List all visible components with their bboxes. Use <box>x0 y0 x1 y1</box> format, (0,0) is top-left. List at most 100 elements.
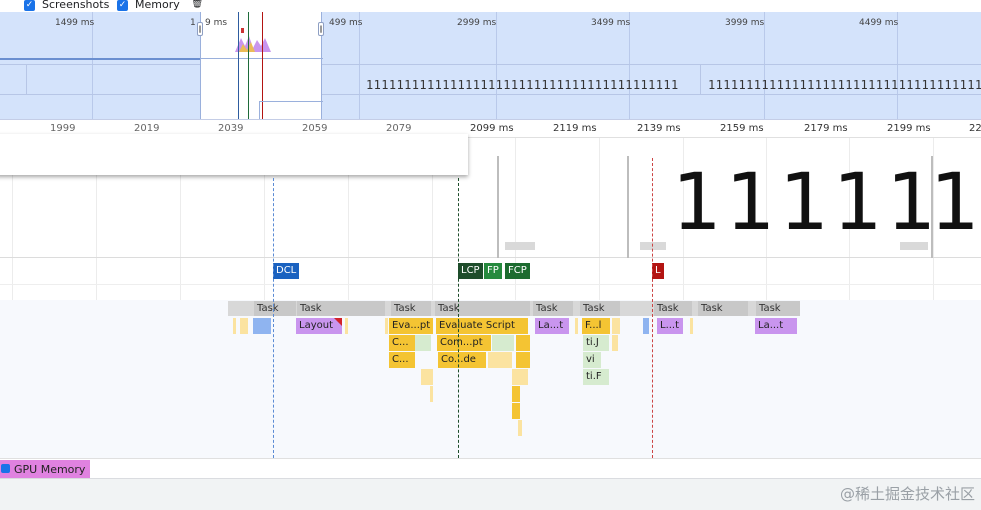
task-bar[interactable]: Task <box>533 301 573 316</box>
overview-gridline <box>92 12 93 119</box>
overview-frame-edge <box>26 64 27 94</box>
layout-block[interactable]: La...t <box>535 318 569 334</box>
task-bar[interactable]: Task <box>435 301 530 316</box>
task-bar[interactable]: Task <box>254 301 296 316</box>
screenshots-track[interactable]: 11111 1 <box>0 134 981 258</box>
ruler-label: 2059 <box>302 123 328 134</box>
watermark-text: @稀土掘金技术社区 <box>839 485 975 503</box>
overview-frame-edge <box>700 64 701 94</box>
task-bar[interactable]: Task <box>756 301 800 316</box>
flame-block[interactable] <box>643 318 649 334</box>
ruler-label: 2119 ms <box>553 123 597 134</box>
flame-block[interactable] <box>516 352 530 368</box>
memory-label: Memory <box>135 0 180 11</box>
flame-block[interactable] <box>512 386 520 402</box>
function-call-block[interactable]: F...l <box>582 318 610 334</box>
compile-block[interactable]: C... <box>389 352 415 368</box>
ruler-label: 1999 <box>50 123 76 134</box>
warning-triangle-icon <box>334 318 342 326</box>
load-marker[interactable]: L <box>652 263 664 279</box>
flame-sliver <box>690 318 693 334</box>
ruler-label: 2079 <box>386 123 412 134</box>
evaluate-script-block[interactable]: Eva...pt <box>389 318 433 334</box>
evaluate-script-block[interactable]: Evaluate Script <box>436 318 528 334</box>
load-line <box>652 158 653 458</box>
overview-right-handle[interactable]: ‖ <box>318 22 324 36</box>
overview-screenshot-text: 1111111111111111111111111111111111111111… <box>366 78 679 92</box>
ruler-label: 2159 ms <box>720 123 764 134</box>
flame-block[interactable] <box>512 403 520 419</box>
screenshot-big-text: 1 <box>930 158 981 248</box>
flame-block[interactable] <box>488 352 512 368</box>
timeline-toolbar: ✓ Screenshots ✓ Memory 🗑 <box>0 0 981 12</box>
overview-tick: 9 ms <box>205 18 228 28</box>
ruler-label: 2039 <box>218 123 244 134</box>
lcp-marker[interactable]: LCP <box>458 263 483 279</box>
dcl-marker[interactable]: DCL <box>273 263 300 279</box>
function-block[interactable]: vi <box>583 352 601 368</box>
overview-gridline <box>496 12 497 119</box>
trash-icon[interactable]: 🗑 <box>191 0 204 9</box>
layout-block[interactable]: L...t <box>657 318 683 334</box>
flame-block[interactable] <box>421 369 433 385</box>
flame-block[interactable] <box>512 369 528 385</box>
overview-gridline <box>629 12 630 119</box>
flame-sliver <box>430 386 433 402</box>
timeline-overview[interactable]: 1499 ms 499 ms 2999 ms 3499 ms 3999 ms 4… <box>0 12 981 120</box>
overview-selection-window[interactable] <box>200 12 323 119</box>
selection-dcl-line <box>238 12 239 119</box>
overview-tick: 1499 ms <box>55 18 95 28</box>
timings-track: DCL LCP FP FCP L <box>0 259 981 285</box>
compile-block[interactable]: C... <box>389 335 415 351</box>
flame-block[interactable] <box>612 318 620 334</box>
screenshots-label: Screenshots <box>42 0 110 11</box>
function-block[interactable]: ti.J <box>583 335 609 351</box>
gpu-memory-text: GPU Memory <box>14 463 86 476</box>
flame-sliver <box>518 420 522 436</box>
selection-fp-line <box>248 12 249 119</box>
bottom-panel: @稀土掘金技术社区 <box>0 478 981 510</box>
screenshot-divider <box>497 156 499 258</box>
flame-sliver <box>233 318 236 334</box>
screenshots-checkbox[interactable]: ✓ <box>24 0 35 11</box>
main-thread-flamechart[interactable]: Task Task Task Task Task Task Task Task … <box>0 300 981 458</box>
ruler-label: 2199 ms <box>887 123 931 134</box>
task-bar[interactable]: Task <box>698 301 748 316</box>
flame-block[interactable] <box>253 318 271 334</box>
flame-block[interactable] <box>516 335 530 351</box>
flame-sliver <box>575 318 578 334</box>
overview-left-handle[interactable]: ‖ <box>197 22 203 36</box>
dcl-line <box>273 178 274 458</box>
selection-inner-frame <box>259 101 323 119</box>
ruler-label: 2019 <box>134 123 160 134</box>
overview-tick: 2999 ms <box>457 18 497 28</box>
flame-block[interactable] <box>240 318 248 334</box>
compile-code-block[interactable]: Co...de <box>438 352 486 368</box>
gpu-memory-checkbox[interactable] <box>1 464 10 473</box>
selection-activity-chart <box>235 34 275 52</box>
task-bar[interactable]: Task <box>391 301 431 316</box>
lcp-line <box>458 178 459 458</box>
overview-cpu-line <box>0 58 200 60</box>
memory-checkbox[interactable]: ✓ <box>117 0 128 11</box>
gpu-memory-label[interactable]: GPU Memory <box>0 460 90 479</box>
overview-tick: 499 ms <box>329 18 363 28</box>
flame-sliver <box>345 318 348 334</box>
task-bar[interactable]: Task <box>297 301 385 316</box>
compile-block[interactable]: Com...pt <box>437 335 491 351</box>
screenshot-popover <box>0 134 468 175</box>
overview-tick: 3499 ms <box>591 18 631 28</box>
layout-block[interactable]: La...t <box>755 318 797 334</box>
screenshot-divider <box>627 156 629 258</box>
ruler-label: 2139 ms <box>637 123 681 134</box>
fp-marker[interactable]: FP <box>484 263 502 279</box>
flame-block[interactable] <box>415 335 431 351</box>
overview-tick: 1 <box>190 18 196 28</box>
task-bar[interactable]: Task <box>580 301 620 316</box>
function-block[interactable]: ti.F <box>583 369 609 385</box>
task-bar[interactable]: Task <box>654 301 692 316</box>
fcp-marker[interactable]: FCP <box>505 263 530 279</box>
overview-gridline <box>764 12 765 119</box>
overview-divider <box>0 94 981 95</box>
flame-block[interactable] <box>492 335 514 351</box>
